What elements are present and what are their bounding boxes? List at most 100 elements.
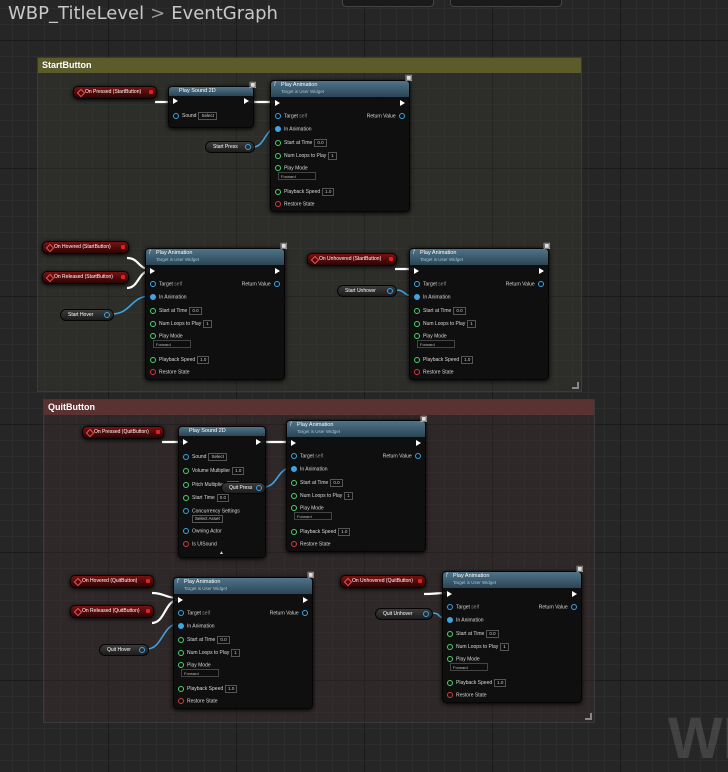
exec-in-pin[interactable] xyxy=(150,268,155,275)
event-start-pressed[interactable]: On Pressed (StartButton) xyxy=(73,86,157,99)
sound-pin[interactable]: Sound Select xyxy=(173,112,217,120)
start-at-time-pin[interactable]: Start at Time 0.0 xyxy=(447,630,499,638)
in-animation-pin[interactable]: In Animation xyxy=(291,466,328,473)
target-pin[interactable]: Target self xyxy=(178,610,210,617)
in-animation-pin[interactable]: In Animation xyxy=(447,617,484,624)
start-at-time-pin[interactable]: Start at Time 0.0 xyxy=(178,636,230,644)
in-animation-pin[interactable]: In Animation xyxy=(150,294,187,301)
comment-title[interactable]: QuitButton xyxy=(44,400,594,415)
event-quit-released[interactable]: On Released (QuitButton) xyxy=(70,605,154,618)
playback-speed-pin[interactable]: Playback Speed 1.0 xyxy=(178,685,238,693)
play-mode-pin[interactable]: Play Mode Forward xyxy=(414,333,455,349)
exec-out-pin[interactable] xyxy=(303,597,308,604)
return-value-pin[interactable]: Return Value xyxy=(539,604,577,611)
start-at-time-pin[interactable]: Start at Time 0.0 xyxy=(291,479,343,487)
event-start-unhovered[interactable]: On Unhovered (StartButton) xyxy=(307,253,397,266)
breadcrumb-graph[interactable]: EventGraph xyxy=(171,3,278,24)
exec-out-pin[interactable] xyxy=(275,268,280,275)
exec-out-pin[interactable] xyxy=(416,440,421,447)
exec-in-pin[interactable] xyxy=(275,100,280,107)
offscreen-node[interactable] xyxy=(342,0,434,7)
play-mode-pin[interactable]: Play Mode Forward xyxy=(275,165,316,181)
target-pin[interactable]: Target self xyxy=(150,281,182,288)
volume-multiplier-pin[interactable]: Volume Multiplier 1.0 xyxy=(183,467,245,475)
return-value-pin[interactable]: Return Value xyxy=(270,610,308,617)
return-value-pin[interactable]: Return Value xyxy=(242,281,280,288)
play-animation-node[interactable]: f Play Animation Target is User Widget Tar… xyxy=(409,248,549,380)
play-animation-node[interactable]: f Play Animation Target is User Widget Tar… xyxy=(286,420,426,552)
playback-speed-pin[interactable]: Playback Speed 1.0 xyxy=(414,356,474,364)
num-loops-pin[interactable]: Num Loops to Play 1 xyxy=(447,643,509,651)
play-animation-node[interactable]: f Play Animation Target is User Widget Tar… xyxy=(173,577,313,709)
restore-state-pin[interactable]: Restore State xyxy=(275,201,315,208)
breadcrumb-blueprint[interactable]: WBP_TitleLevel xyxy=(8,3,144,24)
exec-in-pin[interactable] xyxy=(291,440,296,447)
playback-speed-pin[interactable]: Playback Speed 1.0 xyxy=(447,679,507,687)
playback-speed-pin[interactable]: Playback Speed 1.0 xyxy=(275,188,335,196)
num-loops-pin[interactable]: Num Loops to Play 1 xyxy=(178,649,240,657)
exec-out-pin[interactable] xyxy=(400,100,405,107)
return-value-pin[interactable]: Return Value xyxy=(383,453,421,460)
resize-handle-icon[interactable] xyxy=(585,713,592,720)
event-start-released[interactable]: On Released (StartButton) xyxy=(42,271,129,284)
target-pin[interactable]: Target self xyxy=(447,604,479,611)
comment-title[interactable]: StartButton xyxy=(38,58,581,73)
restore-state-pin[interactable]: Restore State xyxy=(447,692,487,699)
is-ui-sound-pin[interactable]: Is UISound xyxy=(183,541,217,548)
playback-speed-pin[interactable]: Playback Speed 1.0 xyxy=(150,356,210,364)
num-loops-pin[interactable]: Num Loops to Play 1 xyxy=(150,320,212,328)
num-loops-pin[interactable]: Num Loops to Play 1 xyxy=(291,492,353,500)
num-loops-pin[interactable]: Num Loops to Play 1 xyxy=(414,320,476,328)
owning-actor-pin[interactable]: Owning Actor xyxy=(183,528,222,535)
event-quit-hovered[interactable]: On Hovered (QuitButton) xyxy=(70,575,154,588)
sound-pin[interactable]: Sound Select xyxy=(183,453,227,461)
start-time-pin[interactable]: Start Time 0.0 xyxy=(183,494,230,502)
var-start-press[interactable]: Start Press xyxy=(205,141,255,153)
exec-in-pin[interactable] xyxy=(183,439,188,446)
start-at-time-pin[interactable]: Start at Time 0.0 xyxy=(414,307,466,315)
in-animation-pin[interactable]: In Animation xyxy=(275,126,312,133)
return-value-pin[interactable]: Return Value xyxy=(506,281,544,288)
play-mode-pin[interactable]: Play Mode Forward xyxy=(291,505,332,521)
in-animation-pin[interactable]: In Animation xyxy=(414,294,451,301)
start-at-time-pin[interactable]: Start at Time 0.0 xyxy=(150,307,202,315)
collapse-arrow-icon[interactable]: ▲ xyxy=(219,550,224,557)
restore-state-pin[interactable]: Restore State xyxy=(178,698,218,705)
exec-out-pin[interactable] xyxy=(539,268,544,275)
target-pin[interactable]: Target self xyxy=(291,453,323,460)
exec-out-pin[interactable] xyxy=(256,439,261,446)
exec-in-pin[interactable] xyxy=(178,597,183,604)
in-animation-pin[interactable]: In Animation xyxy=(178,623,215,630)
delegate-pin-icon[interactable] xyxy=(149,90,153,94)
target-pin[interactable]: Target self xyxy=(275,113,307,120)
play-animation-node[interactable]: f Play Animation Target is User Widget Tar… xyxy=(442,571,582,703)
play-animation-node[interactable]: f Play Animation Target is User Widget Tar… xyxy=(270,80,410,212)
exec-in-pin[interactable] xyxy=(173,98,178,105)
concurrency-pin[interactable]: Concurrency Settings Select Asset xyxy=(183,508,240,524)
var-quit-unhover[interactable]: Quit Unhover xyxy=(375,608,433,620)
exec-out-pin[interactable] xyxy=(572,591,577,598)
target-pin[interactable]: Target self xyxy=(414,281,446,288)
restore-state-pin[interactable]: Restore State xyxy=(291,541,331,548)
playback-speed-pin[interactable]: Playback Speed 1.0 xyxy=(291,528,351,536)
play-mode-pin[interactable]: Play Mode Forward xyxy=(150,333,191,349)
exec-in-pin[interactable] xyxy=(447,591,452,598)
exec-out-pin[interactable] xyxy=(244,98,249,105)
var-quit-press[interactable]: Quit Press xyxy=(221,482,266,494)
play-animation-node[interactable]: f Play Animation Target is User Widget Tar… xyxy=(145,248,285,380)
offscreen-node[interactable] xyxy=(450,0,562,7)
var-start-unhover[interactable]: Start Unhover xyxy=(337,285,397,297)
var-quit-hover[interactable]: Quit Hover xyxy=(99,644,149,656)
play-sound-node[interactable]: Play Sound 2D Sound Select xyxy=(168,86,254,128)
start-at-time-pin[interactable]: Start at Time 0.0 xyxy=(275,139,327,147)
event-quit-pressed[interactable]: On Pressed (QuitButton) xyxy=(82,426,164,439)
var-start-hover[interactable]: Start Hover xyxy=(60,309,114,321)
return-value-pin[interactable]: Return Value xyxy=(367,113,405,120)
num-loops-pin[interactable]: Num Loops to Play 1 xyxy=(275,152,337,160)
restore-state-pin[interactable]: Restore State xyxy=(150,369,190,376)
event-quit-unhovered[interactable]: On Unhovered (QuitButton) xyxy=(340,575,426,588)
resize-handle-icon[interactable] xyxy=(572,382,579,389)
play-mode-pin[interactable]: Play Mode Forward xyxy=(447,656,488,672)
restore-state-pin[interactable]: Restore State xyxy=(414,369,454,376)
exec-in-pin[interactable] xyxy=(414,268,419,275)
